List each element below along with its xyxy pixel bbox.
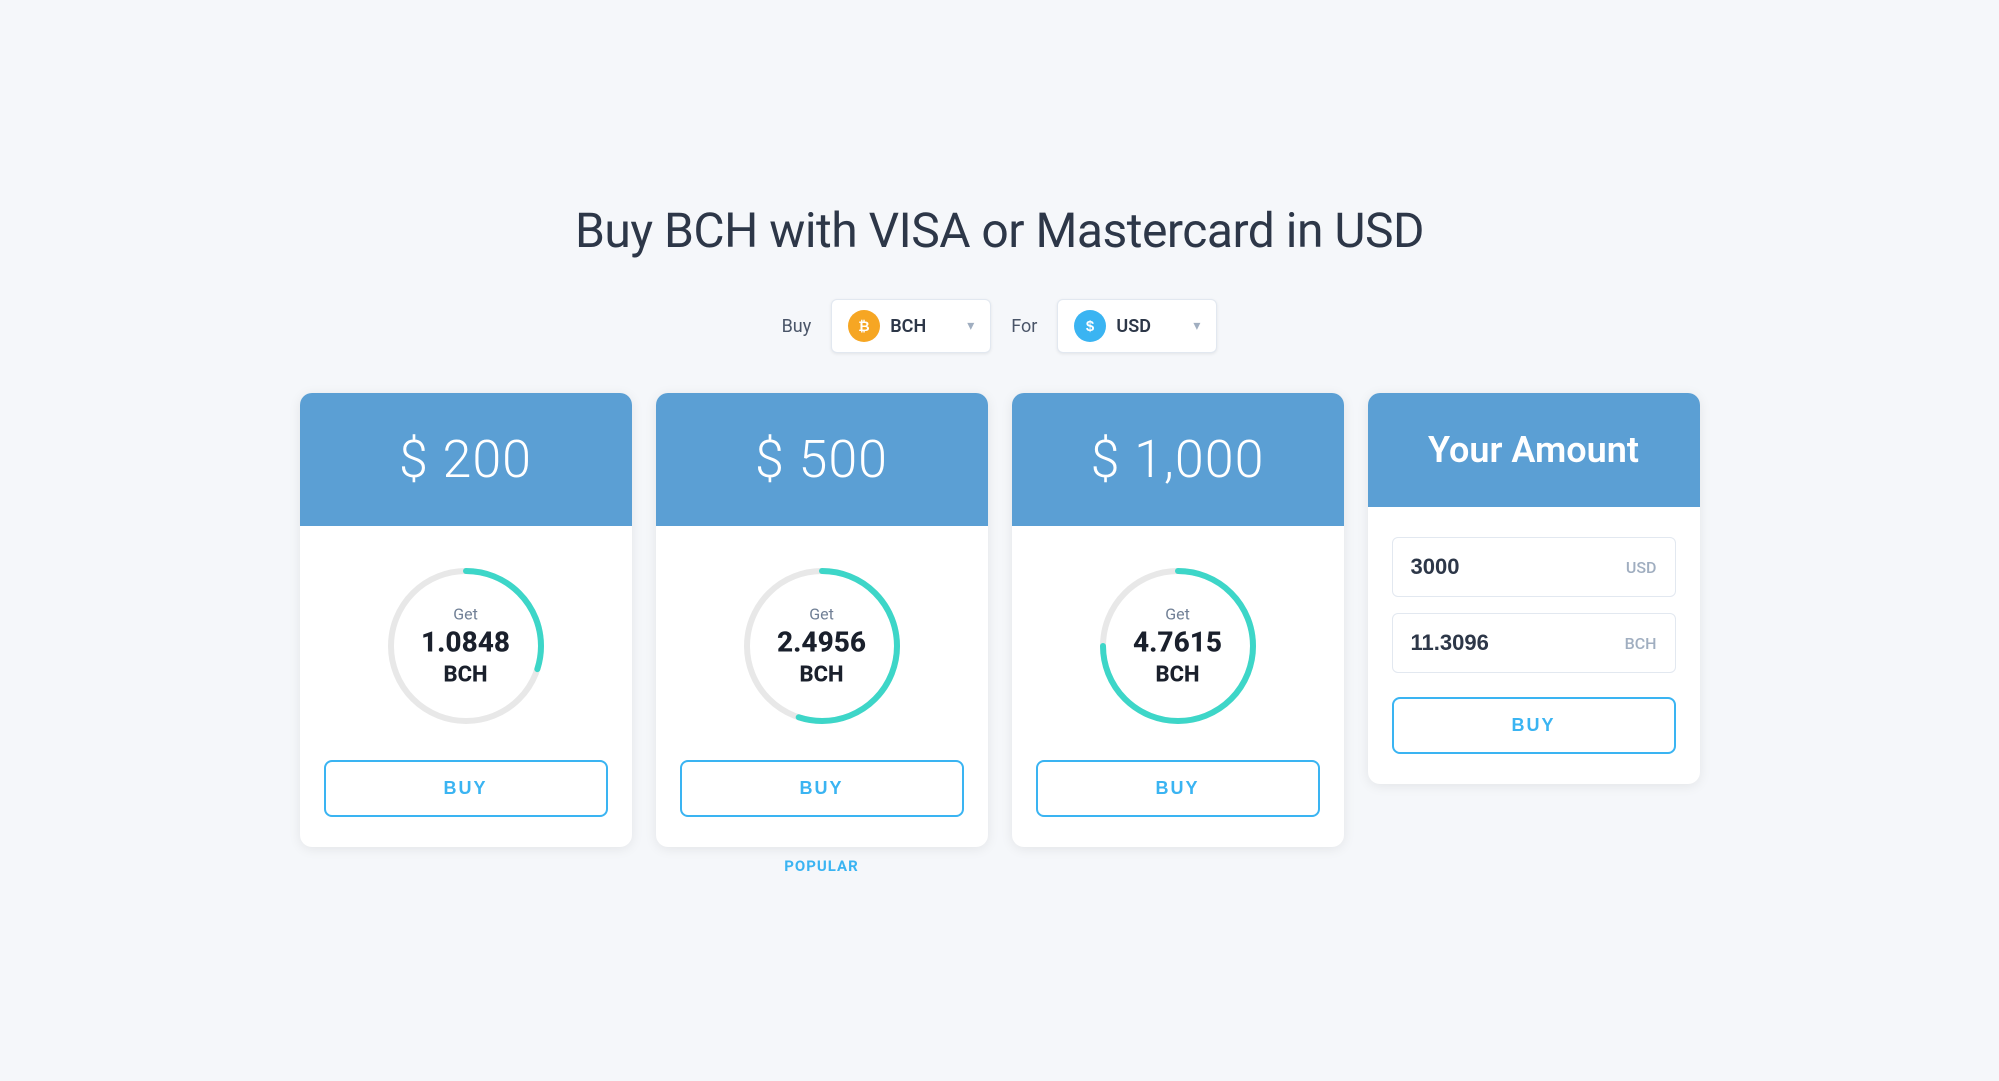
card-200-get-label: Get — [453, 605, 478, 624]
card-500-currency: BCH — [799, 662, 843, 687]
your-amount-card: Your Amount USD BCH BUY — [1368, 393, 1700, 784]
svg-text:$: $ — [1086, 318, 1095, 335]
bch-input-group: BCH — [1392, 613, 1676, 673]
your-amount-title: Your Amount — [1388, 429, 1680, 471]
bch-coin-icon: ₿ — [848, 310, 880, 342]
card-1000-circle: Get 4.7615 BCH — [1088, 556, 1268, 736]
card-500-amount: $ 500 — [676, 429, 968, 490]
card-1000-currency: BCH — [1155, 662, 1199, 687]
svg-text:₿: ₿ — [859, 318, 870, 334]
usd-input[interactable] — [1411, 554, 1618, 580]
card-1000: $ 1,000 Get 4.7615 BCH BUY — [1012, 393, 1344, 847]
page-wrapper: Buy BCH with VISA or Mastercard in USD B… — [300, 202, 1700, 879]
your-amount-inputs: USD BCH — [1392, 537, 1676, 673]
card-1000-header: $ 1,000 — [1012, 393, 1344, 526]
card-500-get-label: Get — [809, 605, 834, 624]
card-500-inner: Get 2.4956 BCH — [777, 605, 866, 688]
for-dropdown-arrow: ▾ — [1193, 318, 1200, 334]
your-amount-buy-button[interactable]: BUY — [1392, 697, 1676, 754]
card-1000-inner: Get 4.7615 BCH — [1133, 605, 1222, 688]
card-200-currency: BCH — [443, 662, 487, 687]
card-500-body: Get 2.4956 BCH BUY — [656, 526, 988, 847]
card-200-buy-button[interactable]: BUY — [324, 760, 608, 817]
card-500-header: $ 500 — [656, 393, 988, 526]
buy-coin-label: BCH — [890, 316, 926, 337]
card-1000-get-label: Get — [1165, 605, 1190, 624]
card-500: $ 500 Get 2.4956 BCH BUY — [656, 393, 988, 847]
your-amount-header: Your Amount — [1368, 393, 1700, 507]
card-500-buy-button[interactable]: BUY — [680, 760, 964, 817]
for-label: For — [1011, 316, 1037, 337]
popular-badge: POPULAR — [656, 847, 988, 879]
card-1000-amount: $ 1,000 — [1032, 429, 1324, 490]
page-title: Buy BCH with VISA or Mastercard in USD — [575, 202, 1424, 259]
card-200-circle: Get 1.0848 BCH — [376, 556, 556, 736]
card-1000-body: Get 4.7615 BCH BUY — [1012, 526, 1344, 847]
card-500-wrapper: $ 500 Get 2.4956 BCH BUY — [656, 393, 988, 879]
card-200-amount: $ 200 — [320, 429, 612, 490]
buy-coin-dropdown[interactable]: ₿ BCH ▾ — [831, 299, 991, 353]
buy-dropdown-arrow: ▾ — [967, 318, 974, 334]
usd-currency-tag: USD — [1626, 558, 1657, 577]
card-200-inner: Get 1.0848 BCH — [421, 605, 510, 688]
bch-currency-tag: BCH — [1625, 634, 1657, 653]
cards-container: $ 200 Get 1.0848 BCH BUY — [300, 393, 1700, 879]
buy-label: Buy — [782, 316, 812, 337]
card-200-value: 1.0848 — [421, 628, 510, 659]
usd-input-group: USD — [1392, 537, 1676, 597]
card-1000-buy-button[interactable]: BUY — [1036, 760, 1320, 817]
your-amount-body: USD BCH BUY — [1368, 507, 1700, 784]
card-500-circle: Get 2.4956 BCH — [732, 556, 912, 736]
bch-input[interactable] — [1411, 630, 1617, 656]
usd-coin-icon: $ — [1074, 310, 1106, 342]
card-200: $ 200 Get 1.0848 BCH BUY — [300, 393, 632, 847]
card-200-body: Get 1.0848 BCH BUY — [300, 526, 632, 847]
for-coin-label: USD — [1116, 316, 1151, 337]
card-200-header: $ 200 — [300, 393, 632, 526]
card-500-value: 2.4956 — [777, 628, 866, 659]
card-1000-value: 4.7615 — [1133, 628, 1222, 659]
for-coin-dropdown[interactable]: $ USD ▾ — [1057, 299, 1217, 353]
controls-row: Buy ₿ BCH ▾ For $ USD ▾ — [782, 299, 1218, 353]
